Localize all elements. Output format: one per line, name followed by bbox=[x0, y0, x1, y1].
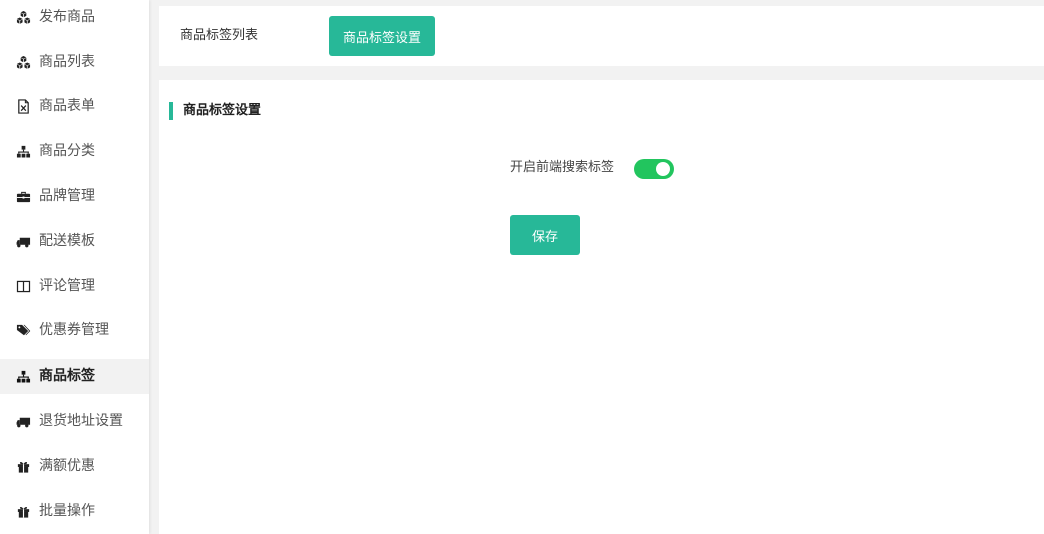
sidebar-item-product-category[interactable]: 商品分类 bbox=[0, 134, 149, 169]
tab-bar: 商品标签列表 商品标签设置 bbox=[159, 6, 1044, 66]
search-tag-switch[interactable] bbox=[634, 159, 674, 179]
columns-icon bbox=[16, 280, 31, 293]
search-tag-switch-label: 开启前端搜索标签 bbox=[510, 160, 615, 175]
sidebar-item-label: 优惠券管理 bbox=[39, 322, 109, 338]
tags-icon bbox=[16, 324, 31, 336]
section-title: 商品标签设置 bbox=[183, 103, 262, 118]
sidebar-item-label: 商品分类 bbox=[39, 143, 95, 159]
sitemap-icon bbox=[16, 145, 31, 158]
sidebar-item-label: 品牌管理 bbox=[39, 188, 95, 204]
sidebar-item-delivery-template[interactable]: 配送模板 bbox=[0, 224, 149, 259]
sidebar-item-publish-product[interactable]: 发布商品 bbox=[0, 0, 149, 35]
sidebar-item-brand-management[interactable]: 品牌管理 bbox=[0, 179, 149, 214]
sidebar-item-review-management[interactable]: 评论管理 bbox=[0, 269, 149, 304]
save-button[interactable]: 保存 bbox=[510, 215, 580, 255]
sidebar: 发布商品 商品列表 商品表单 商品分类 品牌管理 配送模板 评论管理 优惠券管理… bbox=[0, 0, 149, 534]
sidebar-item-product-tags[interactable]: 商品标签 bbox=[0, 359, 149, 394]
sidebar-item-label: 配送模板 bbox=[39, 233, 95, 249]
sitemap-icon bbox=[16, 370, 31, 383]
sidebar-item-label: 商品表单 bbox=[39, 98, 95, 114]
truck-icon bbox=[16, 417, 31, 428]
sidebar-item-label: 发布商品 bbox=[39, 9, 95, 25]
sidebar-item-label: 评论管理 bbox=[39, 278, 95, 294]
sidebar-item-return-address[interactable]: 退货地址设置 bbox=[0, 404, 149, 439]
tab-tag-list[interactable]: 商品标签列表 bbox=[180, 28, 258, 44]
cubes-icon bbox=[16, 10, 31, 24]
sidebar-item-full-discount[interactable]: 满额优惠 bbox=[0, 449, 149, 484]
sidebar-item-label: 商品标签 bbox=[39, 368, 95, 384]
switch-knob bbox=[656, 162, 670, 176]
sidebar-item-label: 商品列表 bbox=[39, 54, 95, 70]
gift-icon bbox=[17, 461, 30, 473]
gift-icon bbox=[17, 506, 30, 518]
section-accent-bar bbox=[169, 102, 173, 120]
sidebar-item-product-form[interactable]: 商品表单 bbox=[0, 89, 149, 124]
briefcase-icon bbox=[16, 191, 31, 203]
sidebar-item-coupon-management[interactable]: 优惠券管理 bbox=[0, 313, 149, 348]
sidebar-item-batch-operation[interactable]: 批量操作 bbox=[0, 494, 149, 529]
sidebar-item-product-list[interactable]: 商品列表 bbox=[0, 45, 149, 80]
sidebar-item-label: 退货地址设置 bbox=[39, 413, 123, 429]
excel-file-icon bbox=[18, 99, 29, 114]
sidebar-item-label: 满额优惠 bbox=[39, 458, 95, 474]
truck-icon bbox=[16, 237, 31, 248]
cubes-icon bbox=[16, 55, 31, 69]
sidebar-item-label: 批量操作 bbox=[39, 503, 95, 519]
settings-panel: 商品标签设置 开启前端搜索标签 保存 bbox=[159, 80, 1044, 534]
tab-tag-settings[interactable]: 商品标签设置 bbox=[329, 16, 435, 56]
